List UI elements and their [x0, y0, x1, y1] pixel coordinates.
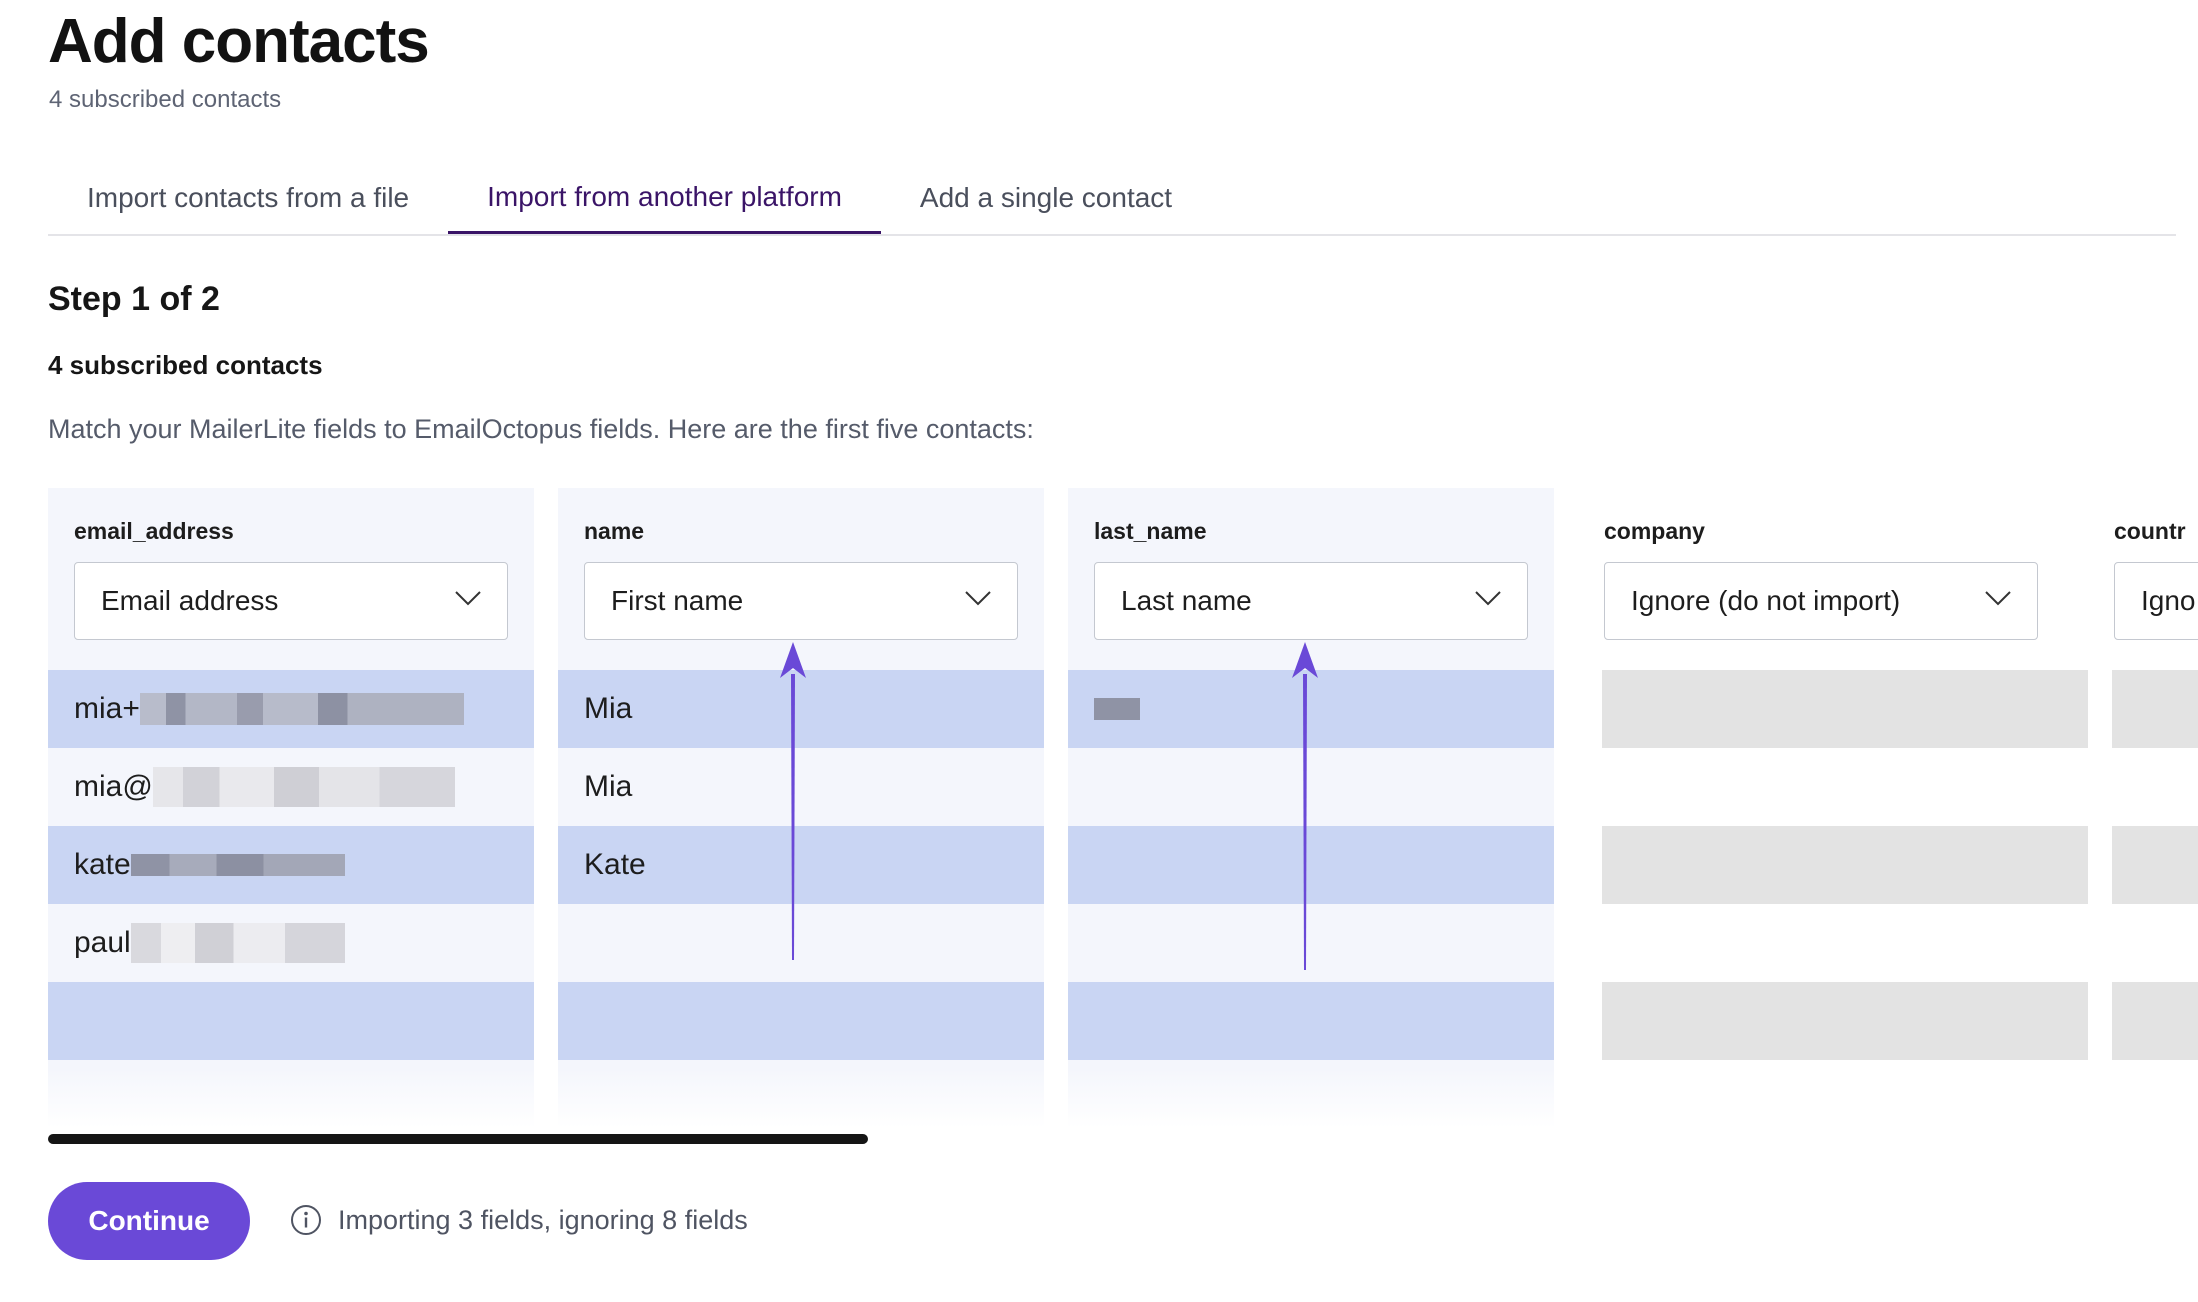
instructions-text: Match your MailerLite fields to EmailOct…	[48, 414, 1034, 444]
import-summary-text: Importing 3 fields, ignoring 8 fields	[338, 1204, 748, 1235]
chevron-down-icon	[455, 591, 481, 606]
info-icon	[291, 1205, 321, 1235]
table-row	[48, 982, 534, 1060]
redacted-text	[139, 693, 464, 725]
select-value: Igno	[2141, 585, 2196, 616]
select-value: Ignore (do not import)	[1631, 585, 1901, 616]
field-mapping-select[interactable]: Last name	[1094, 562, 1528, 640]
table-row: paul	[48, 904, 534, 982]
chevron-down-icon	[1475, 591, 1501, 606]
column-company: company Ignore (do not import)	[1578, 488, 2088, 1128]
redacted-text	[152, 767, 455, 807]
select-value: First name	[611, 585, 744, 616]
table-row	[1578, 904, 2064, 982]
chevron-down-icon	[965, 591, 991, 606]
tab-import-platform[interactable]: Import from another platform	[448, 162, 881, 234]
select-value: Email address	[101, 585, 279, 616]
table-row	[558, 982, 1044, 1060]
cell-value: mia@	[74, 770, 153, 803]
step-title: Step 1 of 2	[48, 280, 220, 318]
table-row	[1602, 670, 2088, 748]
cell-value: Mia	[584, 692, 633, 725]
field-mapping-select[interactable]: First name	[584, 562, 1018, 640]
table-row	[1068, 982, 1554, 1060]
page-title: Add contacts	[48, 7, 430, 76]
table-row	[2112, 826, 2198, 904]
cell-value: paul	[74, 926, 131, 959]
table-row	[2088, 904, 2198, 982]
import-tabs: Import contacts from a file Import from …	[48, 162, 2176, 236]
table-row: mia@	[48, 748, 534, 826]
field-mapping-select[interactable]: Ignore (do not import)	[1604, 562, 2038, 640]
cell-value: Mia	[584, 770, 633, 803]
redacted-text	[1094, 698, 1140, 720]
field-mapping-select[interactable]: Email address	[74, 562, 508, 640]
column-header: company	[1604, 518, 1705, 544]
subscribed-count-subtitle: 4 subscribed contacts	[49, 86, 282, 113]
redacted-text	[130, 854, 345, 876]
table-row: mia+	[48, 670, 534, 748]
import-summary: Importing 3 fields, ignoring 8 fields	[290, 1204, 748, 1236]
table-row	[2088, 748, 2198, 826]
table-row	[2112, 982, 2198, 1060]
annotation-arrow-icon	[780, 642, 806, 960]
column-header: countr	[2114, 518, 2186, 544]
cell-value: Kate	[584, 848, 646, 881]
table-row	[2112, 670, 2198, 748]
tab-add-single-contact[interactable]: Add a single contact	[881, 162, 1211, 234]
column-header: name	[584, 518, 645, 544]
field-mapping-grid: email_address Email address mia+ mia@ ka…	[0, 488, 2198, 1128]
column-header: email_address	[74, 518, 234, 544]
table-row	[1602, 982, 2088, 1060]
select-value: Last name	[1121, 585, 1252, 616]
table-row: kate	[48, 826, 534, 904]
redacted-text	[130, 923, 345, 963]
table-row	[1602, 826, 2088, 904]
table-row	[1578, 748, 2064, 826]
annotation-arrow-icon	[1292, 642, 1318, 970]
contacts-count: 4 subscribed contacts	[48, 350, 323, 380]
tab-import-file[interactable]: Import contacts from a file	[48, 162, 448, 234]
column-country: countr Igno	[2088, 488, 2198, 1128]
continue-button[interactable]: Continue	[48, 1182, 250, 1260]
field-mapping-select[interactable]: Igno	[2114, 562, 2198, 640]
cell-value: kate	[74, 848, 131, 881]
column-header: last_name	[1094, 518, 1207, 544]
horizontal-scrollbar[interactable]	[48, 1134, 868, 1144]
column-email-address: email_address Email address mia+ mia@ ka…	[48, 488, 534, 1128]
chevron-down-icon	[1985, 591, 2011, 606]
cell-value: mia+	[74, 692, 140, 725]
